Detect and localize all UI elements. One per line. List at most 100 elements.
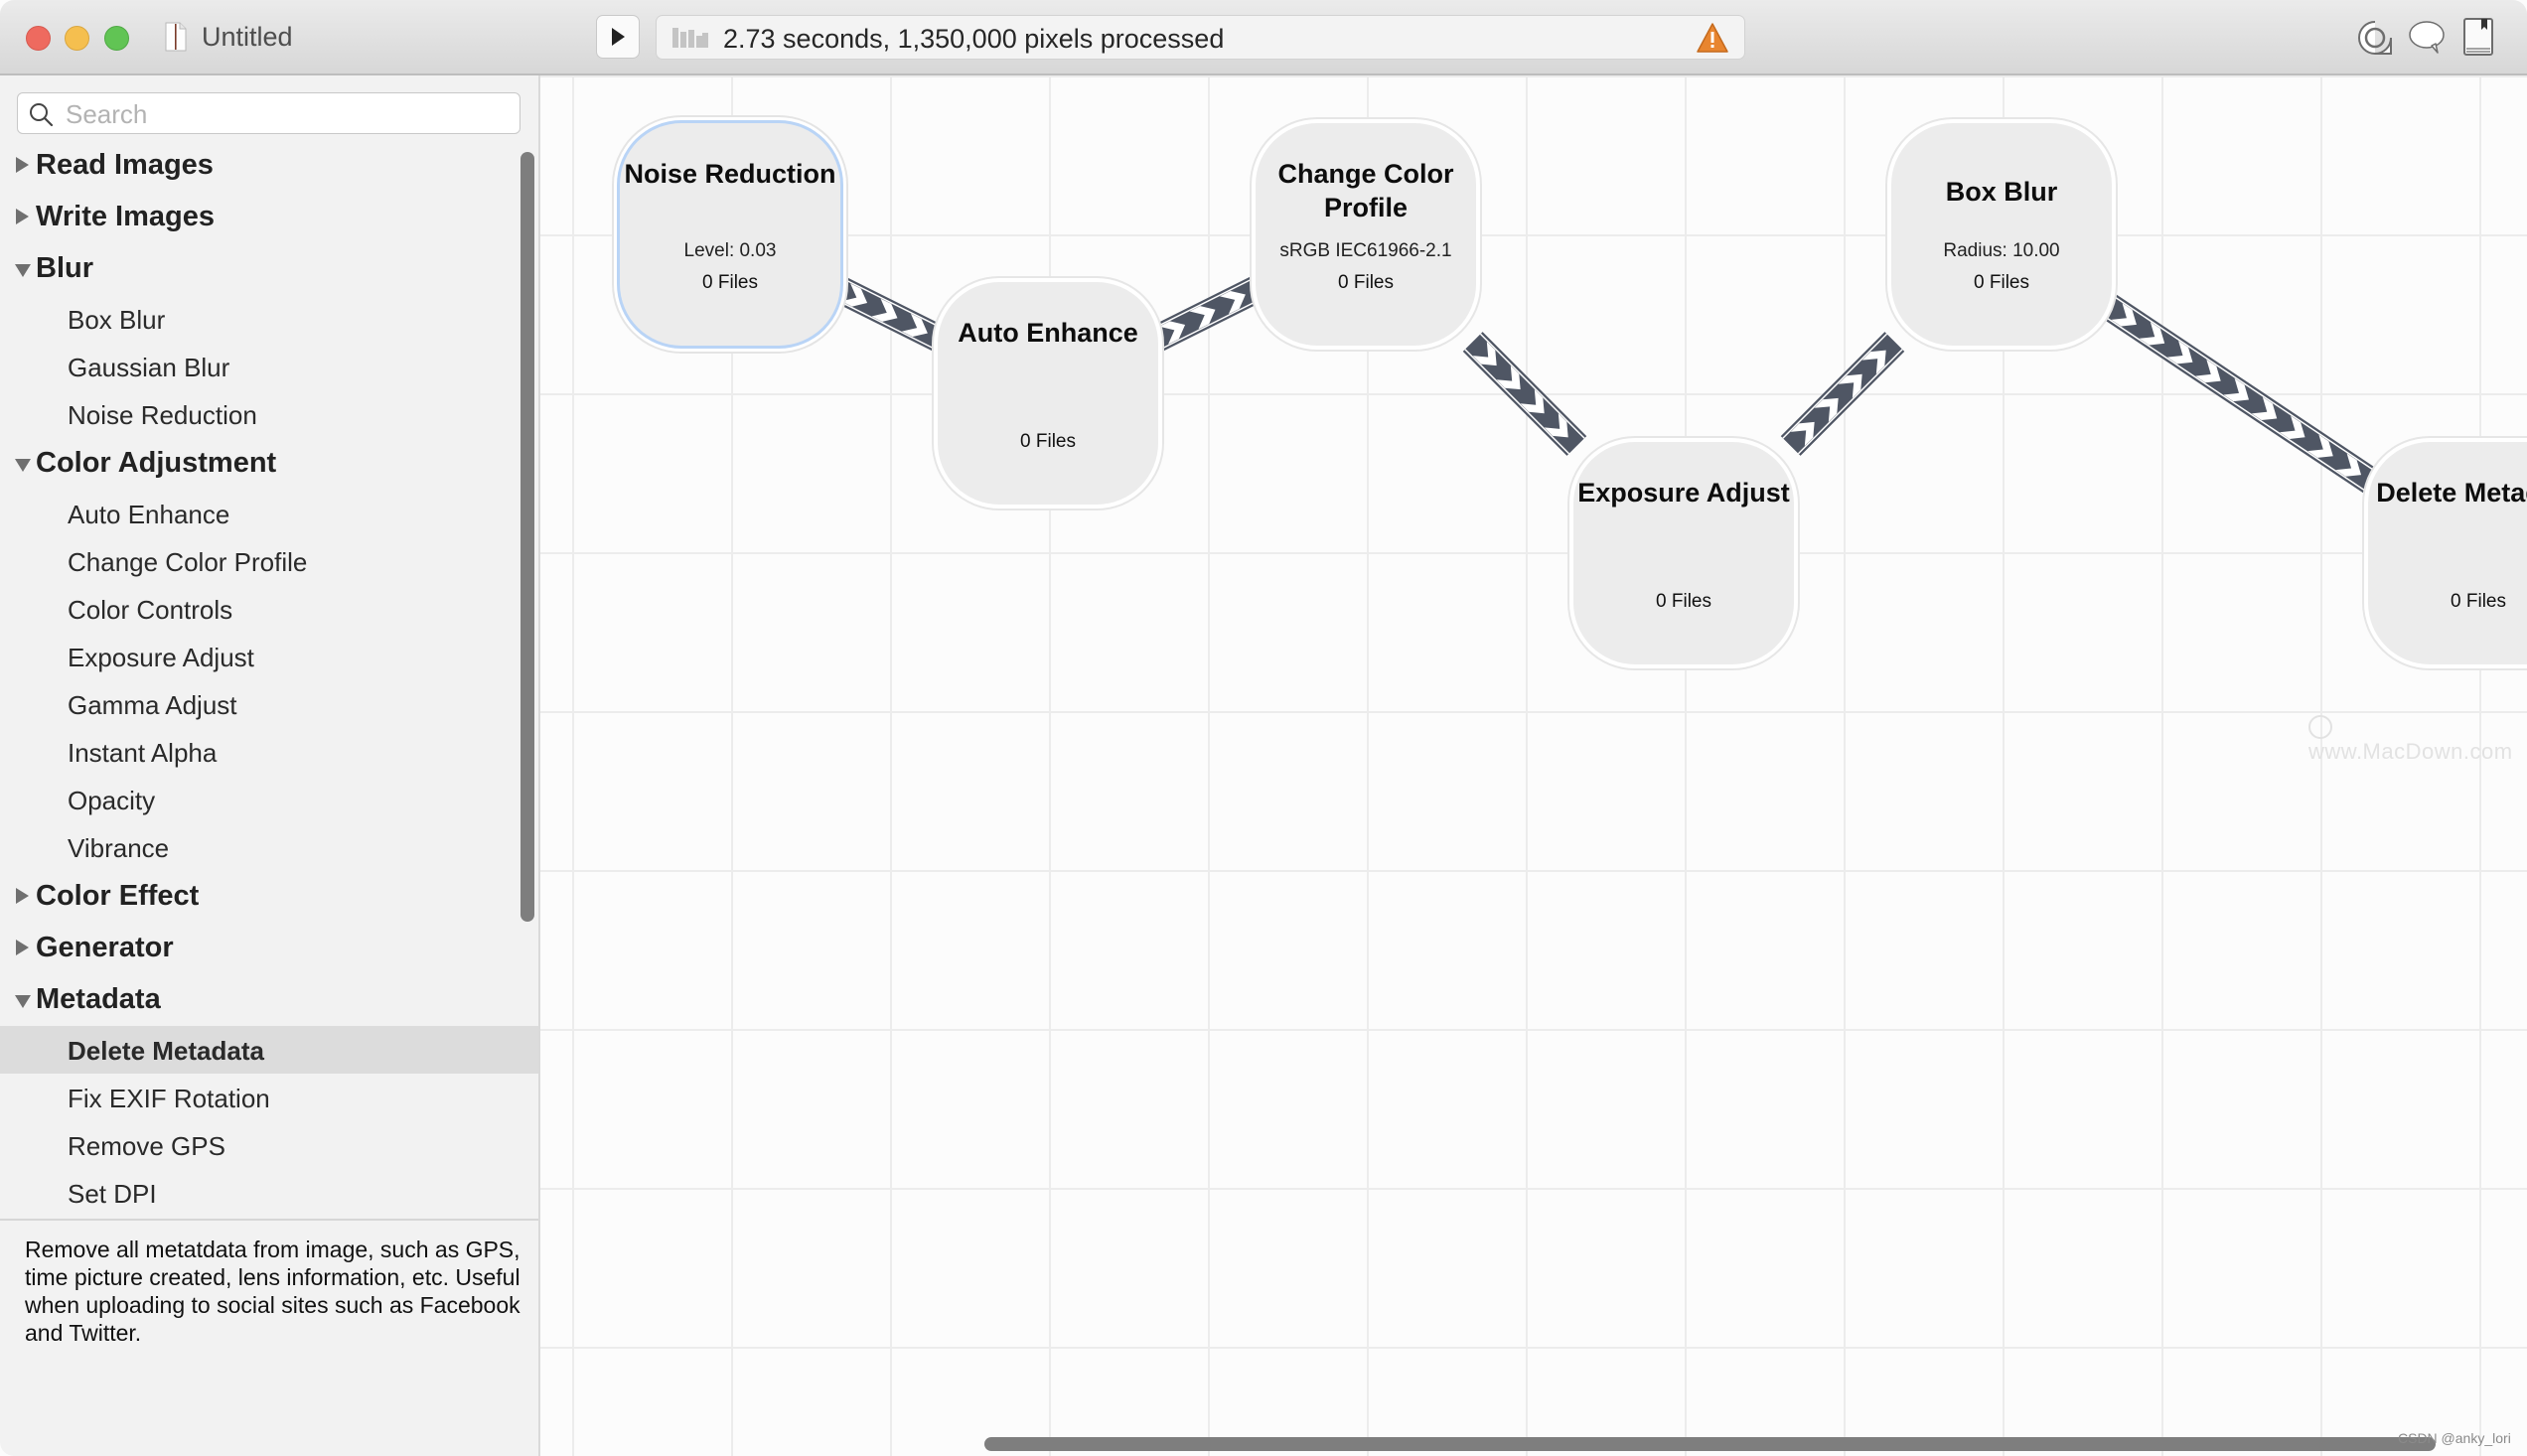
link-noise-reduction-to-auto-enhance[interactable] (830, 275, 948, 353)
disclosure-triangle-icon[interactable] (15, 264, 31, 277)
node-noise-reduction[interactable]: Noise Reduction Level: 0.03 0 Files (620, 123, 840, 346)
tree-item-exposure-adjust[interactable]: Exposure Adjust (0, 633, 538, 680)
tree-item-noise-reduction[interactable]: Noise Reduction (0, 390, 538, 438)
item-label: Gaussian Blur (68, 353, 230, 382)
tree-item-fix-exif-rotation[interactable]: Fix EXIF Rotation (0, 1074, 538, 1121)
node-param: Level: 0.03 (683, 240, 777, 261)
node-title: Noise Reduction (624, 159, 836, 189)
group-label: Read Images (36, 149, 214, 181)
search-icon (30, 103, 54, 127)
node-files: 0 Files (2451, 591, 2506, 612)
item-label: Set DPI (68, 1179, 157, 1209)
disclosure-triangle-icon[interactable] (15, 459, 31, 472)
zoom-button[interactable] (104, 26, 129, 51)
book-icon[interactable] (2463, 18, 2493, 56)
link-box-blur-to-delete-metadata[interactable] (2100, 294, 2380, 494)
item-label: Noise Reduction (68, 400, 257, 430)
title-bar: Untitled 2.73 seconds, 1,350,000 pixels … (0, 0, 2527, 75)
tree-item-auto-enhance[interactable]: Auto Enhance (0, 490, 538, 537)
tree-item-gaussian-blur[interactable]: Gaussian Blur (0, 343, 538, 390)
link-edge (1479, 333, 1585, 439)
node-title: Delete Metadata (2376, 478, 2527, 508)
filter-description: Remove all metatdata from image, such as… (25, 1237, 520, 1346)
tree-item-remove-gps[interactable]: Remove GPS (0, 1121, 538, 1169)
macdown-logo-icon (2308, 715, 2332, 740)
disclosure-triangle-icon[interactable] (16, 888, 29, 904)
item-label: Opacity (68, 786, 156, 815)
item-label: Vibrance (68, 833, 170, 863)
watermark: www.MacDown.com (2308, 713, 2527, 765)
status-display: 2.73 seconds, 1,350,000 pixels processed (656, 15, 1745, 60)
sidebar-scrollbar[interactable] (520, 152, 534, 922)
disclosure-triangle-icon[interactable] (16, 157, 29, 173)
tree-item-set-dpi[interactable]: Set DPI (0, 1169, 538, 1217)
tree-group-color-effect[interactable]: Color Effect (0, 871, 538, 923)
node-files: 0 Files (1338, 272, 1394, 293)
disclosure-triangle-icon[interactable] (16, 940, 29, 955)
item-label: Delete Metadata (68, 1036, 264, 1066)
divider (0, 1219, 538, 1221)
node-auto-enhance[interactable]: Auto Enhance 0 Files (938, 282, 1158, 505)
group-label: Blur (36, 252, 93, 284)
speech-bubble-icon[interactable] (2408, 20, 2446, 56)
tree-group-read-images[interactable]: Read Images (0, 140, 538, 192)
tree-item-color-controls[interactable]: Color Controls (0, 585, 538, 633)
group-label: Color Adjustment (36, 447, 277, 479)
node-files: 0 Files (702, 272, 758, 293)
item-label: Box Blur (68, 305, 166, 335)
workflow-canvas[interactable]: Noise Reduction Level: 0.03 0 Files Auto… (540, 75, 2527, 1456)
link-edge (2114, 296, 2378, 474)
tree-group-generator[interactable]: Generator (0, 923, 538, 974)
tree-item-opacity[interactable]: Opacity (0, 776, 538, 823)
item-label: Remove GPS (68, 1131, 225, 1161)
item-label: Exposure Adjust (68, 643, 254, 672)
tree-item-gamma-adjust[interactable]: Gamma Adjust (0, 680, 538, 728)
item-label: Auto Enhance (68, 500, 230, 529)
node-box-blur[interactable]: Box Blur Radius: 10.00 0 Files (1891, 123, 2112, 346)
node-title: Exposure Adjust (1577, 478, 1790, 508)
group-label: Color Effect (36, 880, 200, 912)
tree-item-delete-metadata[interactable]: Delete Metadata (0, 1026, 538, 1074)
tree-item-change-color-profile[interactable]: Change Color Profile (0, 537, 538, 585)
status-text: 2.73 seconds, 1,350,000 pixels processed (723, 24, 1225, 54)
inspector-icon[interactable] (2357, 20, 2393, 56)
group-label: Write Images (36, 201, 215, 232)
node-title: Auto Enhance (958, 318, 1138, 348)
disclosure-triangle-icon[interactable] (15, 995, 31, 1008)
item-label: Color Controls (68, 595, 233, 625)
item-label: Fix EXIF Rotation (68, 1084, 270, 1113)
close-button[interactable] (26, 26, 51, 51)
tree-group-write-images[interactable]: Write Images (0, 192, 538, 243)
link-edge (1464, 349, 1570, 455)
node-change-color-profile[interactable]: Change Color Profile sRGB IEC61966-2.1 0… (1256, 123, 1476, 346)
tree-item-box-blur[interactable]: Box Blur (0, 295, 538, 343)
tree-item-instant-alpha[interactable]: Instant Alpha (0, 728, 538, 776)
document-icon[interactable] (165, 22, 187, 52)
tree-group-color-adjustment[interactable]: Color Adjustment (0, 438, 538, 490)
watermark-text: www.MacDown.com (2308, 739, 2513, 765)
node-files: 0 Files (1974, 272, 2029, 293)
link-exposure-adjust-to-box-blur[interactable] (1780, 332, 1905, 456)
minimize-button[interactable] (65, 26, 89, 51)
link-auto-enhance-to-change-color-profile[interactable] (1148, 275, 1265, 353)
tree-group-blur[interactable]: Blur (0, 243, 538, 295)
link-change-color-profile-to-exposure-adjust[interactable] (1462, 332, 1587, 456)
warning-triangle-icon[interactable] (1696, 22, 1729, 54)
group-label: Generator (36, 932, 174, 963)
link-edge (1782, 333, 1888, 439)
node-exposure-adjust[interactable]: Exposure Adjust 0 Files (1573, 442, 1794, 664)
tree-group-metadata[interactable]: Metadata (0, 974, 538, 1026)
progress-icon (672, 28, 708, 48)
item-label: Gamma Adjust (68, 690, 237, 720)
horizontal-scrollbar[interactable] (984, 1437, 2436, 1451)
link-edge (2102, 314, 2366, 492)
search-field[interactable] (17, 92, 520, 134)
item-label: Change Color Profile (68, 547, 308, 577)
tree-item-vibrance[interactable]: Vibrance (0, 823, 538, 871)
credit-text: CSDN @anky_lori (2398, 1430, 2511, 1446)
run-button[interactable] (596, 15, 640, 59)
search-input[interactable] (64, 97, 505, 131)
link-edge (1797, 349, 1903, 455)
disclosure-triangle-icon[interactable] (16, 209, 29, 224)
node-delete-metadata[interactable]: Delete Metadata 0 Files (2368, 442, 2527, 664)
